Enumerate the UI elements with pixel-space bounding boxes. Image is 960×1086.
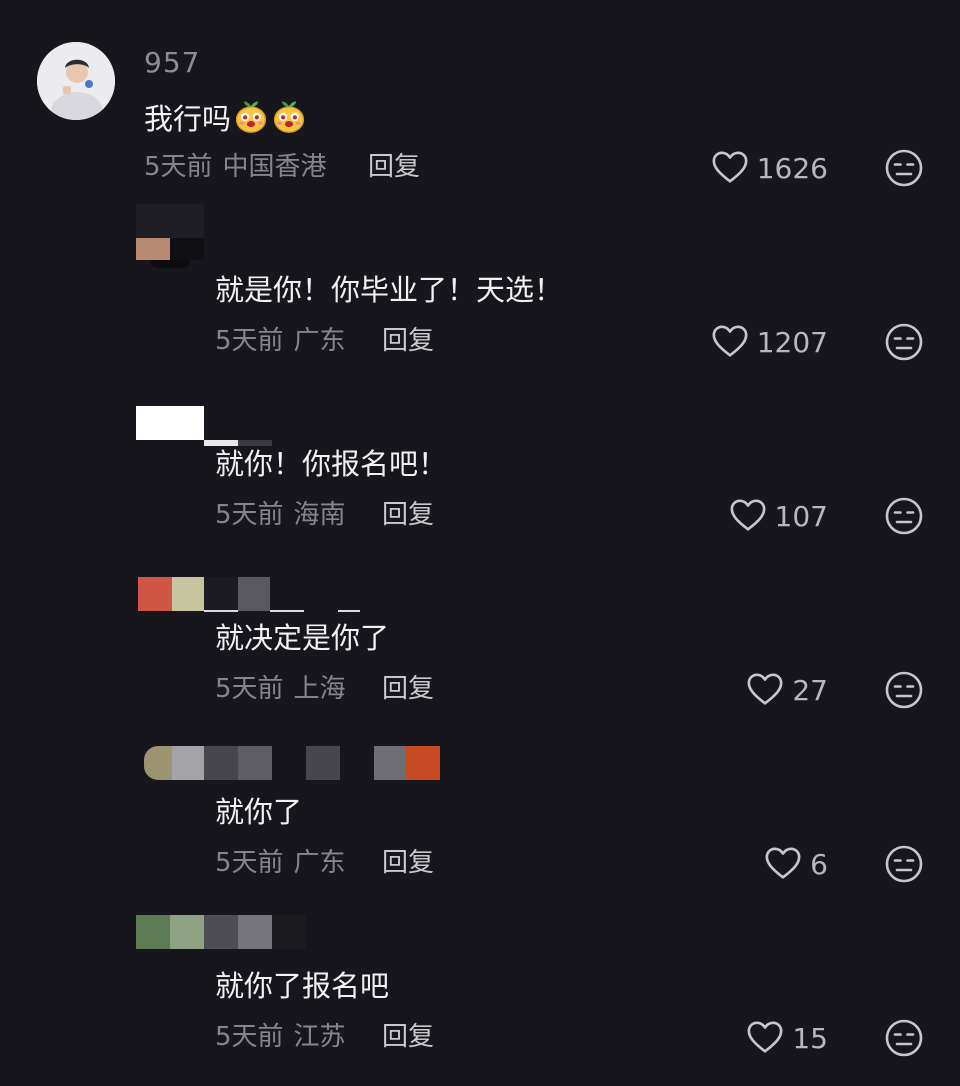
dislike-icon[interactable] — [884, 496, 924, 536]
avatar[interactable] — [136, 204, 204, 268]
comment-time: 5天前 — [215, 1022, 284, 1052]
heart-icon — [729, 497, 767, 535]
comment-text: 就你了 — [215, 795, 303, 829]
like-button[interactable]: 6 — [764, 842, 828, 886]
comment-region: 海南 — [293, 500, 346, 530]
comment-region: 上海 — [293, 674, 346, 704]
like-count: 15 — [792, 1021, 828, 1055]
heart-icon — [711, 323, 749, 361]
reply-button[interactable]: 回复 — [368, 151, 420, 183]
like-button[interactable]: 1626 — [711, 146, 828, 190]
heart-icon — [711, 149, 749, 187]
reply-button[interactable]: 回复 — [382, 847, 434, 879]
comment-time: 5天前 — [215, 500, 284, 530]
username[interactable]: 957 — [144, 46, 200, 79]
like-button[interactable]: 1207 — [711, 320, 828, 364]
comment-meta: 5天前 中国香港 — [144, 151, 327, 183]
dislike-icon[interactable] — [884, 670, 924, 710]
like-count: 6 — [810, 847, 828, 881]
like-button[interactable]: 107 — [729, 494, 828, 538]
dislike-icon[interactable] — [884, 322, 924, 362]
avatar[interactable] — [144, 746, 444, 782]
comment-time: 5天前 — [215, 326, 284, 356]
dislike-icon[interactable] — [884, 844, 924, 884]
comment-time: 5天前 — [215, 848, 284, 878]
comment-region: 江苏 — [293, 1022, 346, 1052]
reply-button[interactable]: 回复 — [382, 325, 434, 357]
comment-text: 就是你！你毕业了！天选！ — [215, 273, 564, 307]
comment-text: 就你！你报名吧！ — [215, 447, 448, 481]
like-button[interactable]: 27 — [746, 668, 828, 712]
reply-button[interactable]: 回复 — [382, 1021, 434, 1053]
reply-button[interactable]: 回复 — [382, 499, 434, 531]
comment-text: 就你了报名吧 — [215, 969, 390, 1003]
sprout-face-emoji-icon — [233, 98, 269, 134]
avatar[interactable] — [136, 406, 272, 448]
comment-region: 广东 — [293, 326, 346, 356]
comment-meta: 5天前 广东 — [215, 325, 346, 357]
like-count: 27 — [792, 673, 828, 707]
comment-meta: 5天前 广东 — [215, 847, 346, 879]
comment-text: 就决定是你了 — [215, 621, 390, 655]
like-count: 1626 — [756, 151, 828, 185]
comment-time: 5天前 — [144, 152, 213, 182]
sprout-face-emoji-icon — [271, 98, 307, 134]
avatar[interactable] — [138, 577, 364, 617]
comment-region: 中国香港 — [222, 152, 327, 182]
reply-button[interactable]: 回复 — [382, 673, 434, 705]
heart-icon — [764, 845, 802, 883]
comment-region: 广东 — [293, 848, 346, 878]
dislike-icon[interactable] — [884, 1018, 924, 1058]
avatar[interactable] — [37, 42, 115, 120]
dislike-icon[interactable] — [884, 148, 924, 188]
like-count: 1207 — [756, 325, 828, 359]
heart-icon — [746, 1019, 784, 1057]
like-count: 107 — [774, 499, 828, 533]
like-button[interactable]: 15 — [746, 1016, 828, 1060]
avatar[interactable] — [136, 915, 306, 955]
comment-meta: 5天前 江苏 — [215, 1021, 346, 1053]
comment-text: 我行吗 — [144, 98, 307, 137]
comment-time: 5天前 — [215, 674, 284, 704]
comment-meta: 5天前 上海 — [215, 673, 346, 705]
comment-meta: 5天前 海南 — [215, 499, 346, 531]
heart-icon — [746, 671, 784, 709]
